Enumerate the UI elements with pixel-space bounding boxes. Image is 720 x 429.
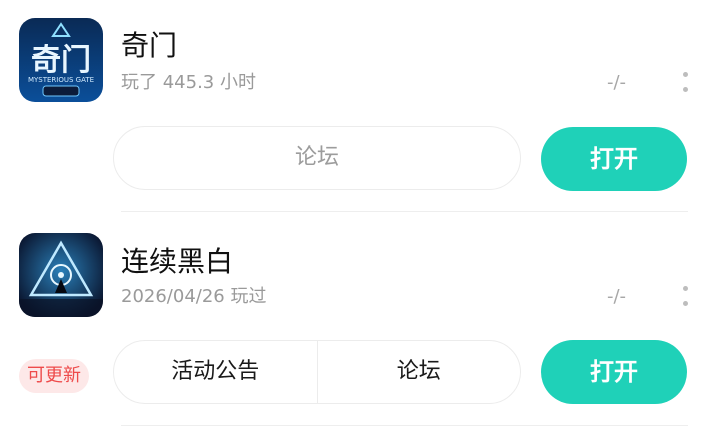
links-pill: 活动公告 论坛 [113, 340, 521, 404]
score-text: -/- [607, 286, 627, 307]
game-title: 连续黑白 [121, 245, 234, 278]
game-item-qimen: 奇门 MYSTERIOUS GATE 奇门 玩了 445.3 小时 -/- 论坛… [0, 0, 720, 213]
links-pill: 论坛 [113, 126, 521, 190]
triangle-eye-icon[interactable] [19, 233, 103, 317]
mysterious-gate-icon[interactable]: 奇门 MYSTERIOUS GATE [19, 18, 103, 102]
open-button[interactable]: 打开 [541, 127, 687, 191]
divider [121, 425, 688, 426]
open-button[interactable]: 打开 [541, 340, 687, 404]
score-text: -/- [607, 72, 627, 93]
divider [121, 211, 688, 212]
play-time-text: 玩了 445.3 小时 [121, 72, 256, 93]
last-played-text: 2026/04/26 玩过 [121, 286, 267, 307]
game-title: 奇门 [121, 29, 178, 62]
svg-text:MYSTERIOUS GATE: MYSTERIOUS GATE [28, 76, 94, 84]
more-options-icon[interactable] [682, 72, 688, 92]
svg-text:奇门: 奇门 [31, 43, 91, 78]
announcement-link[interactable]: 活动公告 [114, 340, 318, 404]
forum-link[interactable]: 论坛 [318, 340, 521, 404]
more-options-icon[interactable] [682, 286, 688, 306]
game-item-lianxu: 连续黑白 2026/04/26 玩过 -/- 可更新 活动公告 论坛 打开 [0, 213, 720, 429]
forum-link[interactable]: 论坛 [114, 126, 520, 190]
update-available-badge[interactable]: 可更新 [19, 359, 89, 393]
